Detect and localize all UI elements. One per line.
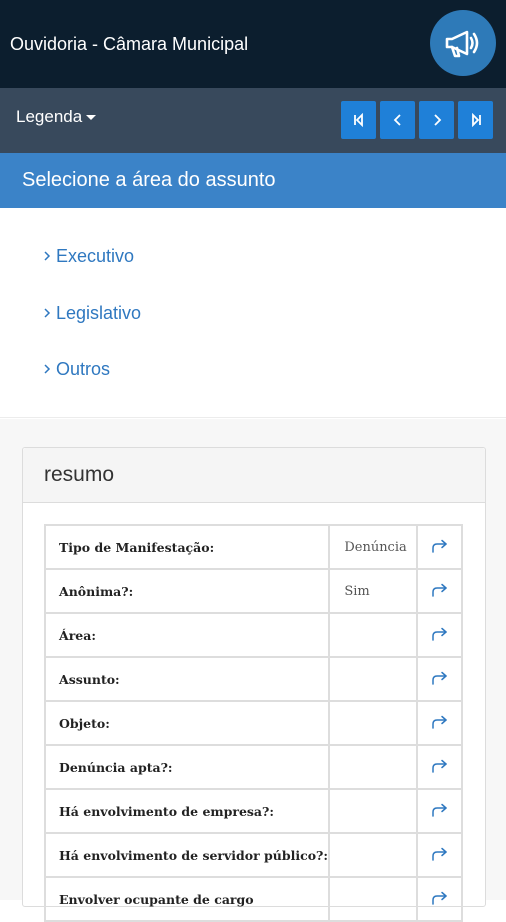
summary-field-value xyxy=(328,656,419,702)
summary-field-value: Denúncia xyxy=(328,524,419,570)
area-item-label: Outros xyxy=(56,358,111,379)
summary-field-label: Anônima?: xyxy=(43,568,331,614)
summary-field-label: Objeto: xyxy=(43,700,331,746)
summary-field-label: Área: xyxy=(43,612,331,658)
summary-panel-header: resumo xyxy=(23,448,485,503)
edit-field-button[interactable] xyxy=(416,832,463,878)
edit-field-button[interactable] xyxy=(416,612,463,658)
table-row: Anônima?: Sim xyxy=(43,568,463,614)
summary-field-label: Tipo de Manifestação: xyxy=(43,524,331,570)
summary-field-label: Há envolvimento de servidor público?: xyxy=(43,832,331,878)
megaphone-icon xyxy=(445,30,479,58)
summary-field-label: Há envolvimento de empresa?: xyxy=(43,788,331,834)
summary-field-value xyxy=(328,788,419,834)
megaphone-button[interactable] xyxy=(430,10,496,76)
area-item-label: Executivo xyxy=(56,245,135,266)
summary-field-label: Assunto: xyxy=(43,656,331,702)
legend-label: Legenda xyxy=(16,107,83,126)
area-item-label: Legislativo xyxy=(56,302,142,323)
top-app-bar: Ouvidoria - Câmara Municipal xyxy=(0,0,506,88)
area-item-outros[interactable]: Outros xyxy=(42,357,110,381)
skip-first-icon xyxy=(353,113,363,127)
summary-panel: resumo Tipo de Manifestação: Denúncia Anôn… xyxy=(22,447,486,922)
chevron-right-icon xyxy=(433,114,441,126)
skip-last-icon xyxy=(471,113,481,127)
redo-arrow-icon xyxy=(431,847,447,861)
summary-field-value xyxy=(328,876,419,922)
redo-arrow-icon xyxy=(431,891,447,905)
edit-field-button[interactable] xyxy=(416,656,463,702)
section-header: Selecione a área do assunto xyxy=(0,153,506,208)
prev-page-button[interactable] xyxy=(380,101,415,139)
next-page-button[interactable] xyxy=(419,101,454,139)
summary-table: Tipo de Manifestação: Denúncia Anônima?: Si… xyxy=(43,524,463,922)
edit-field-button[interactable] xyxy=(416,744,463,790)
redo-arrow-icon xyxy=(431,539,447,553)
summary-field-value xyxy=(328,700,419,746)
edit-field-button[interactable] xyxy=(416,568,463,614)
edit-field-button[interactable] xyxy=(416,876,463,922)
toolbar: Legenda xyxy=(0,88,506,153)
area-item-executivo[interactable]: Executivo xyxy=(42,244,134,268)
redo-arrow-icon xyxy=(431,671,447,685)
app-title: Ouvidoria - Câmara Municipal xyxy=(10,34,249,54)
summary-field-value xyxy=(328,744,419,790)
summary-field-label: Envolver ocupante de cargo xyxy=(43,876,331,922)
chevron-right-icon xyxy=(44,251,51,261)
summary-field-value: Sim xyxy=(328,568,419,614)
table-row: Assunto: xyxy=(43,656,463,702)
table-row: Objeto: xyxy=(43,700,463,746)
table-row: Há envolvimento de servidor público?: xyxy=(43,832,463,878)
redo-arrow-icon xyxy=(431,627,447,641)
edit-field-button[interactable] xyxy=(416,700,463,746)
edit-field-button[interactable] xyxy=(416,524,463,570)
summary-title: resumo xyxy=(44,463,115,486)
section-title: Selecione a área do assunto xyxy=(22,169,276,191)
chevron-right-icon xyxy=(44,308,51,318)
edit-field-button[interactable] xyxy=(416,788,463,834)
area-item-legislativo[interactable]: Legislativo xyxy=(42,301,141,325)
legend-dropdown[interactable]: Legenda xyxy=(16,107,97,127)
table-row: Área: xyxy=(43,612,463,658)
table-row: Denúncia apta?: xyxy=(43,744,463,790)
table-row: Há envolvimento de empresa?: xyxy=(43,788,463,834)
last-page-button[interactable] xyxy=(458,101,493,139)
area-list: Executivo Legislativo Outros xyxy=(0,208,506,418)
redo-arrow-icon xyxy=(431,583,447,597)
table-row: Envolver ocupante de cargo xyxy=(43,876,463,922)
summary-field-label: Denúncia apta?: xyxy=(43,744,331,790)
chevron-left-icon xyxy=(393,114,401,126)
redo-arrow-icon xyxy=(431,715,447,729)
chevron-right-icon xyxy=(44,364,51,374)
summary-field-value xyxy=(328,612,419,658)
first-page-button[interactable] xyxy=(341,101,376,139)
caret-down-icon xyxy=(86,114,97,120)
redo-arrow-icon xyxy=(431,759,447,773)
summary-field-value xyxy=(328,832,419,878)
table-row: Tipo de Manifestação: Denúncia xyxy=(43,524,463,570)
redo-arrow-icon xyxy=(431,803,447,817)
